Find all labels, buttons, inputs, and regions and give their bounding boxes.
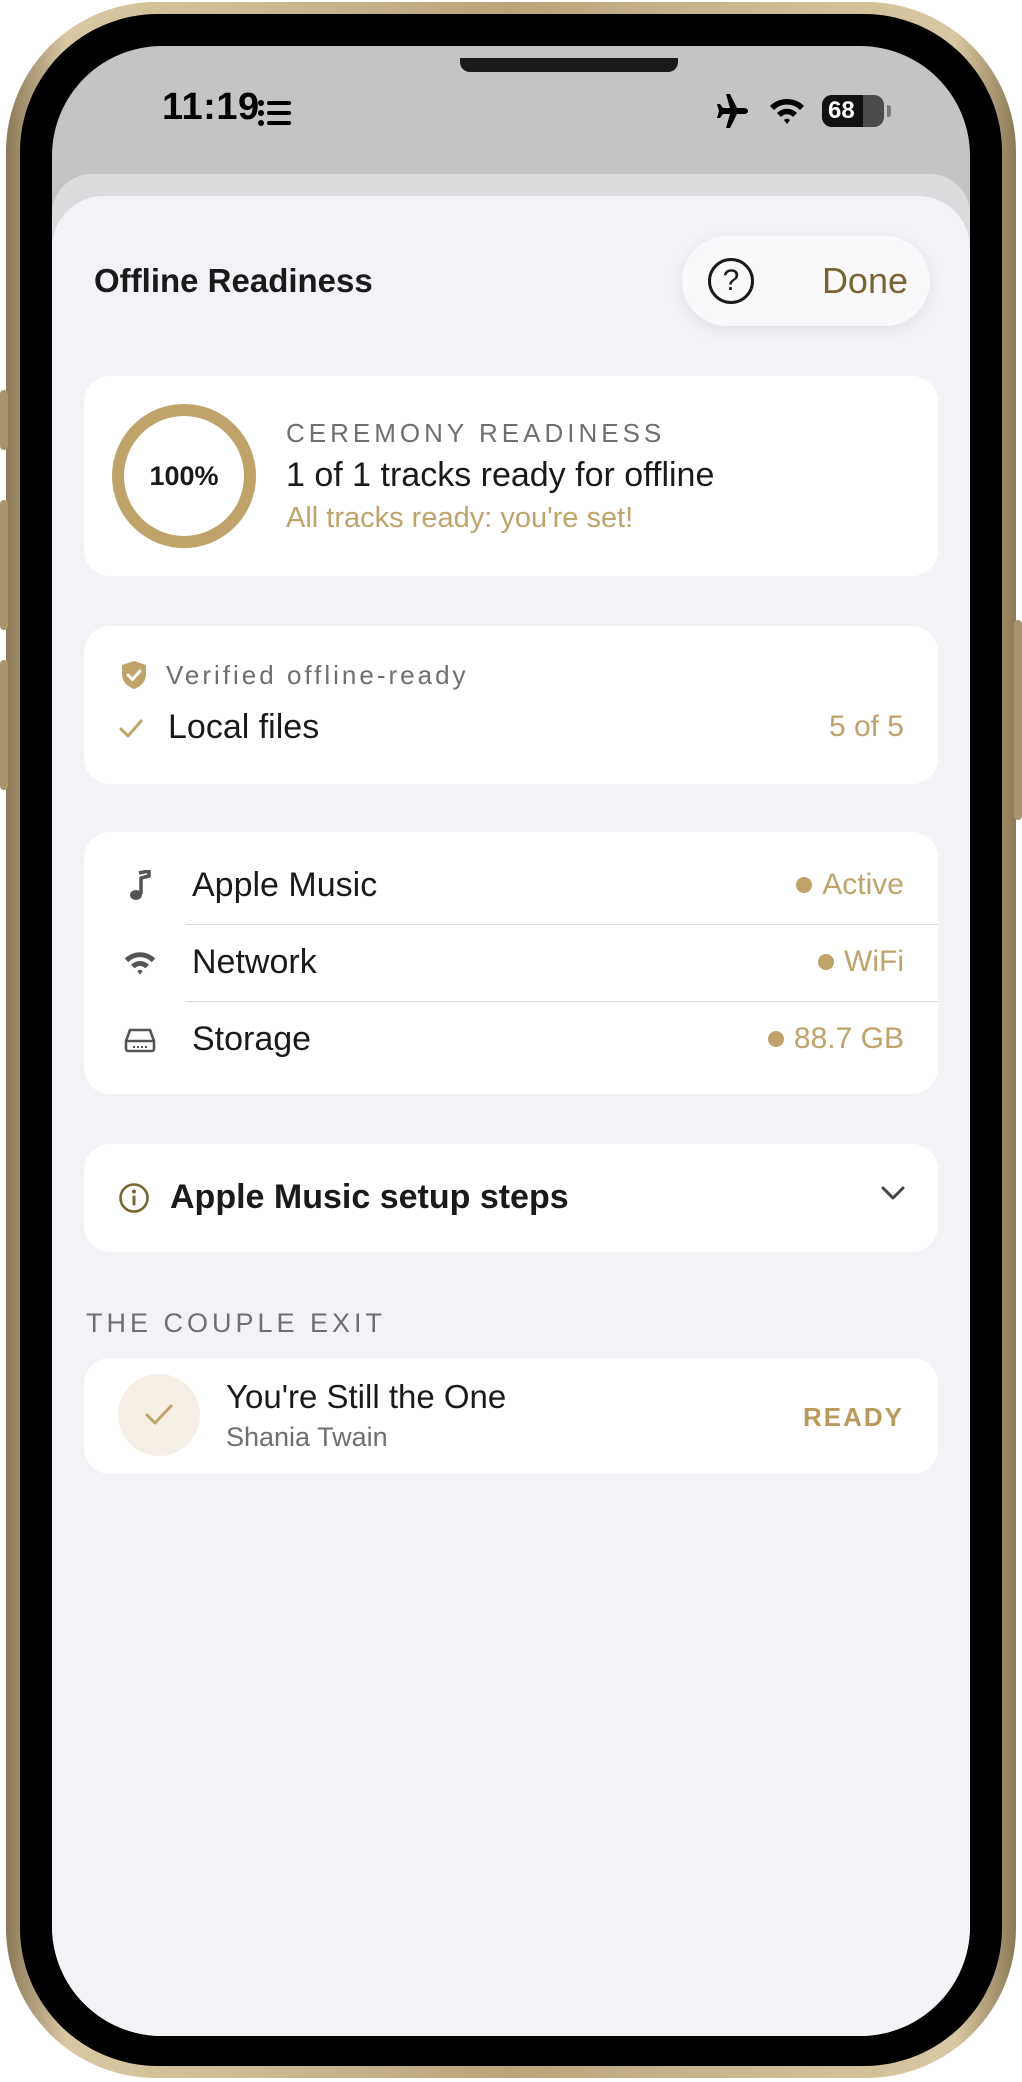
setup-steps-label: Apple Music setup steps bbox=[170, 1178, 569, 1216]
info-circle-icon bbox=[119, 1183, 149, 1213]
airplane-icon bbox=[717, 94, 748, 128]
readiness-card: 100% CEREMONY READINESS 1 of 1 tracks re… bbox=[84, 376, 938, 576]
storage-drive-icon bbox=[122, 1022, 158, 1058]
wifi-icon bbox=[770, 98, 804, 124]
service-label: Apple Music bbox=[192, 866, 378, 904]
track-row[interactable]: You're Still the One Shania Twain READY bbox=[84, 1358, 938, 1474]
track-title: You're Still the One bbox=[226, 1378, 507, 1415]
service-row-storage: Storage 88.7 GB bbox=[84, 1002, 938, 1078]
dynamic-island bbox=[460, 58, 678, 72]
page-title: Offline Readiness bbox=[94, 262, 373, 299]
offline-readiness-sheet: Offline Readiness ? Done 100% CEREMONY R… bbox=[52, 196, 970, 2036]
services-card: Apple Music Active Network WiFi Storage … bbox=[84, 832, 938, 1094]
battery-level: 68 bbox=[828, 97, 855, 124]
verification-card: Verified offline-ready Local files 5 of … bbox=[84, 626, 938, 784]
checkmark-icon bbox=[145, 1404, 173, 1425]
service-value: Active bbox=[822, 868, 904, 901]
readiness-percent: 100% bbox=[149, 460, 219, 491]
service-label: Storage bbox=[192, 1020, 312, 1058]
status-dot bbox=[818, 954, 835, 970]
track-status-badge bbox=[118, 1374, 200, 1456]
readiness-message: All tracks ready: you're set! bbox=[286, 502, 634, 534]
volume-up-button bbox=[0, 500, 8, 630]
chevron-down-icon bbox=[881, 1186, 905, 1200]
verified-label: Verified offline-ready bbox=[166, 660, 469, 690]
status-indicators: 68 bbox=[714, 94, 891, 128]
battery-icon: 68 bbox=[822, 95, 891, 127]
list-icon bbox=[258, 100, 291, 126]
volume-down-button bbox=[0, 660, 8, 790]
shield-check-icon bbox=[122, 661, 146, 689]
nav-actions: ? Done bbox=[682, 236, 930, 326]
music-note-icon bbox=[122, 868, 158, 904]
service-value: WiFi bbox=[844, 945, 904, 978]
help-button[interactable]: ? bbox=[708, 258, 754, 304]
readiness-summary: 1 of 1 tracks ready for offline bbox=[286, 456, 715, 494]
service-status: WiFi bbox=[818, 945, 904, 979]
track-status: READY bbox=[802, 1402, 904, 1432]
apple-music-setup-disclosure[interactable]: Apple Music setup steps bbox=[84, 1144, 938, 1252]
service-status: 88.7 GB bbox=[767, 1022, 904, 1056]
screen: 11:19 68 Offline Readiness ? Done 100% C… bbox=[52, 46, 970, 2036]
service-value: 88.7 GB bbox=[793, 1022, 904, 1055]
service-label: Network bbox=[192, 943, 317, 981]
service-row-apple-music: Apple Music Active bbox=[84, 848, 938, 924]
question-circle-icon: ? bbox=[722, 264, 740, 297]
power-button bbox=[1014, 620, 1022, 820]
local-files-count: 5 of 5 bbox=[828, 710, 904, 743]
service-row-network: Network WiFi bbox=[84, 925, 938, 1001]
status-dot bbox=[767, 1031, 784, 1047]
done-button[interactable]: Done bbox=[822, 260, 908, 302]
checkmark-icon bbox=[119, 719, 143, 738]
service-status: Active bbox=[796, 868, 904, 902]
status-bar: 11:19 68 bbox=[52, 86, 970, 142]
wifi-icon bbox=[122, 945, 158, 981]
side-button bbox=[0, 390, 8, 450]
readiness-caption: CEREMONY READINESS bbox=[286, 418, 666, 448]
section-header: THE COUPLE EXIT bbox=[86, 1308, 387, 1338]
status-time: 11:19 bbox=[162, 86, 260, 128]
status-dot bbox=[796, 877, 813, 893]
track-artist: Shania Twain bbox=[226, 1422, 388, 1452]
local-files-label: Local files bbox=[168, 708, 320, 746]
